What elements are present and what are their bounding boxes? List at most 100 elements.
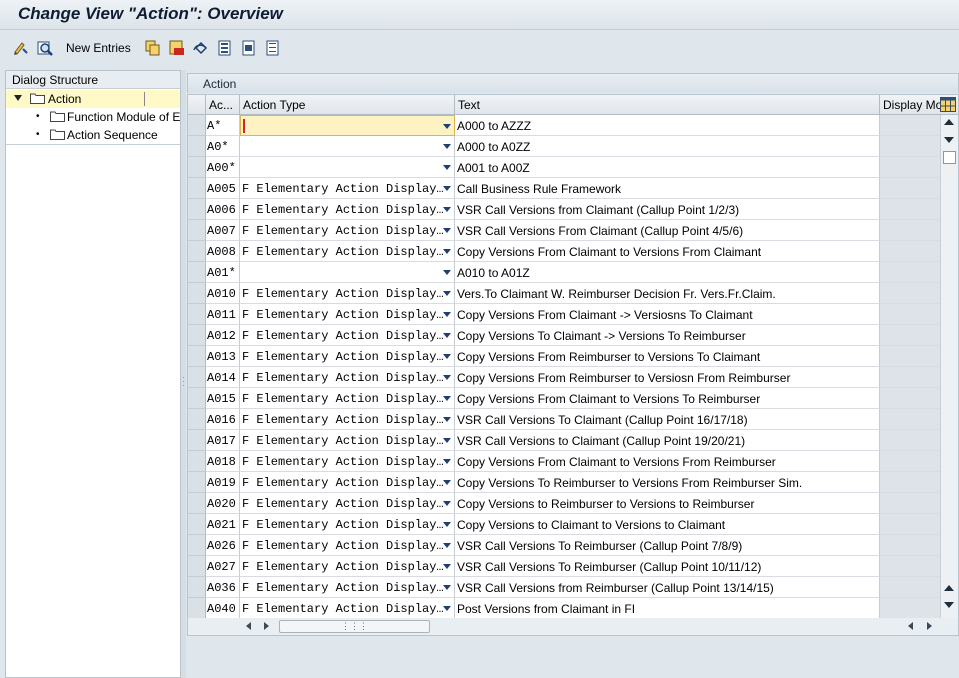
dropdown-arrow-icon[interactable] bbox=[443, 312, 451, 317]
cell-action-type[interactable]: F Elementary Action Display… bbox=[240, 598, 455, 618]
cell-action-type[interactable] bbox=[240, 262, 455, 283]
cell-action-type[interactable]: F Elementary Action Display… bbox=[240, 346, 455, 367]
cell-action-type[interactable]: F Elementary Action Display… bbox=[240, 220, 455, 241]
table-row[interactable]: A006 F Elementary Action Display… VSR Call… bbox=[188, 199, 940, 220]
cell-action-type[interactable] bbox=[240, 157, 455, 178]
table-row[interactable]: A015 F Elementary Action Display… Copy Ver… bbox=[188, 388, 940, 409]
cell-text[interactable]: Copy Versions To Reimburser to Versions … bbox=[455, 472, 880, 493]
cell-action[interactable]: A020 bbox=[206, 493, 240, 514]
dropdown-arrow-icon[interactable] bbox=[443, 522, 451, 527]
cell-action[interactable]: A010 bbox=[206, 283, 240, 304]
row-selector[interactable] bbox=[188, 136, 206, 157]
row-selector[interactable] bbox=[188, 493, 206, 514]
cell-action[interactable]: A* bbox=[206, 115, 240, 136]
cell-action-type[interactable]: F Elementary Action Display… bbox=[240, 304, 455, 325]
scroll-thumb[interactable] bbox=[943, 151, 956, 164]
dropdown-arrow-icon[interactable] bbox=[443, 543, 451, 548]
dropdown-arrow-icon[interactable] bbox=[443, 480, 451, 485]
cell-text[interactable]: Copy Versions From Claimant to Versions … bbox=[455, 388, 880, 409]
cell-action[interactable]: A011 bbox=[206, 304, 240, 325]
dropdown-arrow-icon[interactable] bbox=[443, 144, 451, 149]
cell-action[interactable]: A006 bbox=[206, 199, 240, 220]
scroll-left-icon[interactable] bbox=[246, 622, 251, 630]
cell-action[interactable]: A015 bbox=[206, 388, 240, 409]
cell-action[interactable]: A019 bbox=[206, 472, 240, 493]
cell-text[interactable]: A010 to A01Z bbox=[455, 262, 880, 283]
dropdown-arrow-icon[interactable] bbox=[443, 564, 451, 569]
table-row[interactable]: A012 F Elementary Action Display… Copy Ver… bbox=[188, 325, 940, 346]
table-row[interactable]: A027 F Elementary Action Display… VSR Call… bbox=[188, 556, 940, 577]
row-selector[interactable] bbox=[188, 199, 206, 220]
table-row[interactable]: A019 F Elementary Action Display… Copy Ver… bbox=[188, 472, 940, 493]
scroll-down-small-icon[interactable] bbox=[944, 137, 954, 143]
dropdown-arrow-icon[interactable] bbox=[443, 459, 451, 464]
expand-arrow-icon[interactable] bbox=[14, 95, 22, 101]
table-row[interactable]: A013 F Elementary Action Display… Copy Ver… bbox=[188, 346, 940, 367]
cell-text[interactable]: Copy Versions From Claimant -> Versiosns… bbox=[455, 304, 880, 325]
table-row[interactable]: A026 F Elementary Action Display… VSR Call… bbox=[188, 535, 940, 556]
horizontal-scroll-thumb[interactable]: ⋮⋮⋮ bbox=[279, 620, 430, 633]
row-selector[interactable] bbox=[188, 514, 206, 535]
cell-text[interactable]: Copy Versions From Claimant to Versions … bbox=[455, 241, 880, 262]
cell-text[interactable]: Copy Versions to Claimant to Versions to… bbox=[455, 514, 880, 535]
cell-text[interactable]: VSR Call Versions to Claimant (Callup Po… bbox=[455, 430, 880, 451]
column-header-display-mode[interactable]: Display Mo bbox=[880, 95, 940, 115]
table-row[interactable]: A021 F Elementary Action Display… Copy Ver… bbox=[188, 514, 940, 535]
row-selector[interactable] bbox=[188, 598, 206, 618]
cell-action-type[interactable]: F Elementary Action Display… bbox=[240, 556, 455, 577]
table-row[interactable]: A011 F Elementary Action Display… Copy Ver… bbox=[188, 304, 940, 325]
dropdown-arrow-icon[interactable] bbox=[443, 375, 451, 380]
cell-text[interactable]: Call Business Rule Framework bbox=[455, 178, 880, 199]
table-row[interactable]: A010 F Elementary Action Display… Vers.To … bbox=[188, 283, 940, 304]
panel-splitter[interactable]: · · · bbox=[181, 70, 186, 678]
cell-action-type[interactable] bbox=[240, 115, 455, 136]
cell-action-type[interactable]: F Elementary Action Display… bbox=[240, 472, 455, 493]
table-settings-icon[interactable] bbox=[940, 97, 956, 112]
cell-action-type[interactable]: F Elementary Action Display… bbox=[240, 178, 455, 199]
cell-action[interactable]: A021 bbox=[206, 514, 240, 535]
table-row[interactable]: A020 F Elementary Action Display… Copy Ver… bbox=[188, 493, 940, 514]
cell-action-type[interactable]: F Elementary Action Display… bbox=[240, 367, 455, 388]
scroll-right-icon[interactable] bbox=[264, 622, 269, 630]
cell-action-type[interactable]: F Elementary Action Display… bbox=[240, 577, 455, 598]
row-selector[interactable] bbox=[188, 472, 206, 493]
cell-text[interactable]: Copy Versions To Claimant -> Versions To… bbox=[455, 325, 880, 346]
select-all-rows[interactable] bbox=[188, 95, 206, 115]
row-selector[interactable] bbox=[188, 367, 206, 388]
cell-text[interactable]: VSR Call Versions To Claimant (Callup Po… bbox=[455, 409, 880, 430]
cell-action-type[interactable]: F Elementary Action Display… bbox=[240, 514, 455, 535]
table-row[interactable]: A014 F Elementary Action Display… Copy Ver… bbox=[188, 367, 940, 388]
table-row[interactable]: A* A000 to AZZZ bbox=[188, 115, 940, 136]
row-selector[interactable] bbox=[188, 304, 206, 325]
cell-text[interactable]: Copy Versions to Reimburser to Versions … bbox=[455, 493, 880, 514]
cell-text[interactable]: VSR Call Versions From Claimant (Callup … bbox=[455, 220, 880, 241]
dropdown-arrow-icon[interactable] bbox=[443, 165, 451, 170]
undo-icon[interactable] bbox=[193, 40, 209, 56]
table-row[interactable]: A016 F Elementary Action Display… VSR Call… bbox=[188, 409, 940, 430]
select-block-icon[interactable] bbox=[241, 40, 257, 56]
table-row[interactable]: A007 F Elementary Action Display… VSR Call… bbox=[188, 220, 940, 241]
cell-action-type[interactable]: F Elementary Action Display… bbox=[240, 199, 455, 220]
table-row[interactable]: A018 F Elementary Action Display… Copy Ver… bbox=[188, 451, 940, 472]
row-selector[interactable] bbox=[188, 283, 206, 304]
copy-icon[interactable] bbox=[145, 40, 161, 56]
dropdown-arrow-icon[interactable] bbox=[443, 354, 451, 359]
tree-item-function-module[interactable]: • Function Module of E bbox=[6, 108, 180, 126]
dropdown-arrow-icon[interactable] bbox=[443, 124, 451, 129]
column-header-text[interactable]: Text bbox=[455, 95, 880, 115]
dropdown-arrow-icon[interactable] bbox=[443, 249, 451, 254]
cell-action[interactable]: A012 bbox=[206, 325, 240, 346]
scroll-right-end-icon[interactable] bbox=[927, 622, 932, 630]
cell-text[interactable]: VSR Call Versions from Claimant (Callup … bbox=[455, 199, 880, 220]
cell-action[interactable]: A018 bbox=[206, 451, 240, 472]
cell-action[interactable]: A036 bbox=[206, 577, 240, 598]
cell-action[interactable]: A00* bbox=[206, 157, 240, 178]
row-selector[interactable] bbox=[188, 157, 206, 178]
row-selector[interactable] bbox=[188, 388, 206, 409]
row-selector[interactable] bbox=[188, 535, 206, 556]
cell-action-type[interactable]: F Elementary Action Display… bbox=[240, 283, 455, 304]
column-header-action-type[interactable]: Action Type bbox=[240, 95, 455, 115]
cell-action[interactable]: A040 bbox=[206, 598, 240, 618]
cell-text[interactable]: VSR Call Versions To Reimburser (Callup … bbox=[455, 535, 880, 556]
cell-action[interactable]: A017 bbox=[206, 430, 240, 451]
